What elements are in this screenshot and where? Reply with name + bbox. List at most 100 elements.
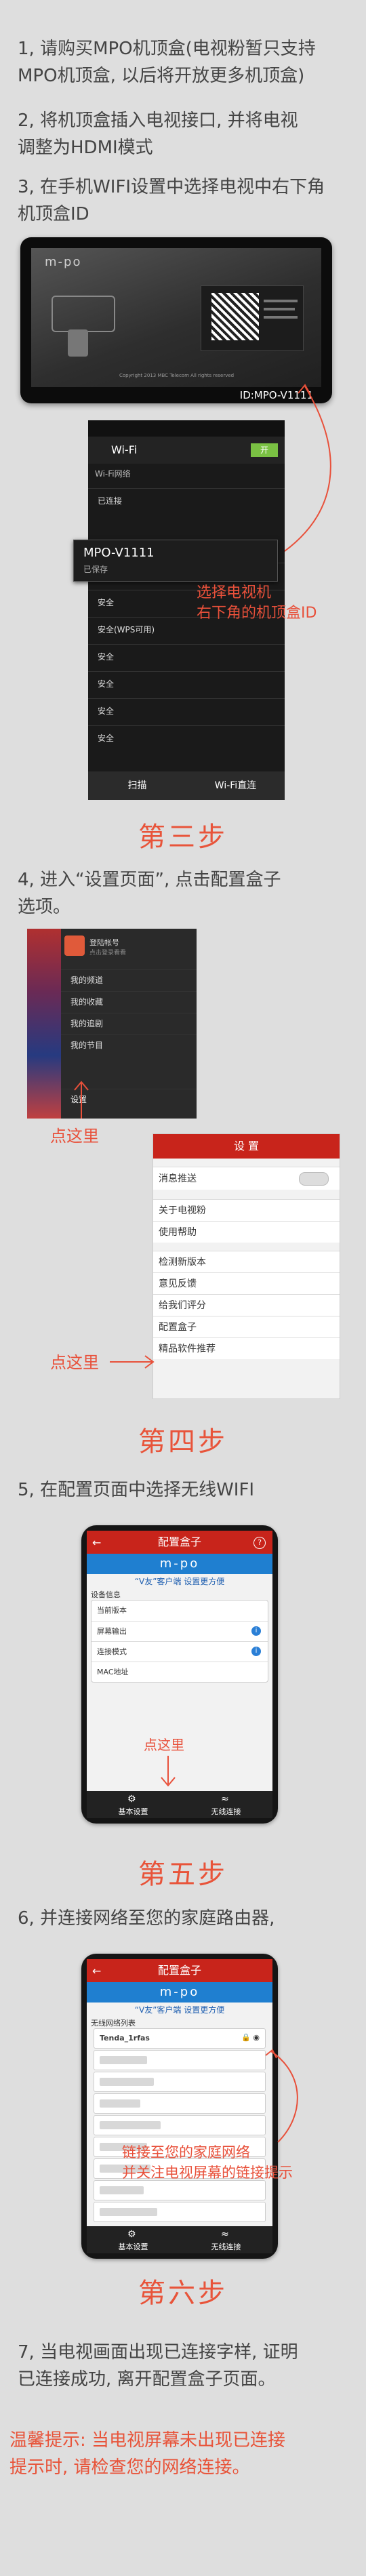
wifi-title: Wi-Fi: [111, 443, 138, 456]
info-row[interactable]: 屏幕输出: [92, 1621, 268, 1641]
step5-tabbar: 基本设置 无线连接 ⚙ ≈: [87, 1791, 272, 1818]
sidebar-item[interactable]: 我的频道: [61, 969, 197, 990]
step5-brand: m-po: [87, 1554, 272, 1574]
wifi-annotation: 选择电视机 右下角的机顶盒ID: [197, 583, 317, 624]
sidebar-item[interactable]: 我的收藏: [61, 991, 197, 1011]
help-icon[interactable]: ?: [253, 1537, 266, 1549]
device-info-list: 当前版本 屏幕输出 i 连接模式 i MAC地址: [91, 1600, 268, 1683]
push-toggle[interactable]: [299, 1172, 329, 1186]
tv-box-icon: [52, 296, 115, 332]
settings-item-config-box[interactable]: 配置盒子: [153, 1316, 340, 1337]
qr-panel: [201, 285, 304, 351]
tv-screen: m-po Copyright 2013 MBC Telecom All righ…: [31, 248, 321, 387]
tip-line2: 提示时, 请检查您的网络连接。: [9, 2457, 250, 2478]
network-row[interactable]: [94, 2072, 266, 2092]
wifi-toggle[interactable]: 开: [251, 443, 278, 457]
wifi-row[interactable]: 安全: [88, 671, 285, 696]
network-row[interactable]: [94, 2180, 266, 2200]
annotation-line2: 右下角的机顶盒ID: [197, 605, 317, 622]
step5-title-big: 第五步: [138, 1859, 228, 1890]
annotation-line1: 选择电视机: [197, 584, 272, 601]
sidebar-item[interactable]: 我的节目: [61, 1034, 197, 1055]
tip-text: 温馨提示: 当电视屏幕未出现已连接 提示时, 请检查您的网络连接。: [9, 2427, 285, 2481]
annotation-line2: 并关注电视屏幕的链接提示: [122, 2165, 293, 2181]
back-icon[interactable]: ←: [92, 1965, 101, 1977]
network-row[interactable]: [94, 2050, 266, 2070]
info-row[interactable]: 连接模式: [92, 1641, 268, 1662]
wifi-row[interactable]: 已连接: [88, 488, 285, 512]
step7-text: 7, 当电视画面出现已连接字样, 证明 已连接成功, 离开配置盒子页面。: [18, 2339, 298, 2393]
qr-code-icon: [211, 293, 259, 340]
step4-text: 4, 进入“设置页面”, 点击配置盒子 选项。: [18, 866, 281, 921]
step6-section: 无线网络列表: [91, 2019, 136, 2028]
settings-item[interactable]: 使用帮助: [153, 1221, 340, 1243]
tv-copyright: Copyright 2013 MBC Telecom All rights re…: [119, 373, 235, 378]
sidebar-screen: 登陆帐号 点击登录看看 我的频道 我的收藏 我的追剧 我的节目 设置: [27, 929, 197, 1119]
network-row[interactable]: [94, 2202, 266, 2222]
settings-item[interactable]: 意见反馈: [153, 1272, 340, 1294]
step1-text: 1, 请购买MPO机顶盒(电视粉暂只支持 MPO机顶盒, 以后将开放更多机顶盒): [18, 35, 316, 89]
click-here-1: 点这里: [50, 1127, 99, 1146]
step6-annotation: 链接至您的家庭网络 并关注电视屏幕的链接提示: [122, 2142, 293, 2183]
info-icon[interactable]: i: [251, 1626, 261, 1636]
account-sub: 点击登录看看: [89, 950, 127, 957]
info-row: 当前版本: [97, 1606, 127, 1615]
back-icon[interactable]: ←: [92, 1536, 101, 1549]
step6-banner[interactable]: “V友”客户端 设置更方便: [87, 2004, 272, 2015]
arrow-right-icon: [110, 1355, 155, 1369]
gear-icon: ⚙: [127, 2229, 136, 2240]
step2-line2: 调整为HDMI模式: [18, 138, 153, 158]
step7-line1: 7, 当电视画面出现已连接字样, 证明: [18, 2342, 298, 2362]
step3-line2: 机顶盒ID: [18, 204, 89, 224]
step2-text: 2, 将机顶盒插入电视接口, 并将电视 调整为HDMI模式: [18, 107, 298, 161]
step1-line1: 1, 请购买MPO机顶盒(电视粉暂只支持: [18, 39, 316, 59]
click-here-2: 点这里: [50, 1353, 99, 1372]
network-name: Tenda_1rfas: [100, 2034, 150, 2042]
step6-text: 6, 并连接网络至您的家庭路由器,: [18, 1908, 275, 1929]
account-label[interactable]: 登陆帐号: [89, 937, 119, 948]
popup-sub: 已保存: [83, 565, 108, 574]
step6-brand: m-po: [87, 1982, 272, 2003]
settings-title: 设 置: [233, 1140, 260, 1152]
step3-text: 3, 在手机WIFI设置中选择电视中右下角 机顶盒ID: [18, 174, 325, 228]
step5-titlebar: 配置盒子: [87, 1531, 272, 1554]
settings-titlebar: 设 置: [153, 1134, 340, 1159]
step5-banner[interactable]: “V友”客户端 设置更方便: [87, 1575, 272, 1587]
step5-title: 配置盒子: [157, 1535, 201, 1548]
wifi-row[interactable]: 安全: [88, 698, 285, 723]
settings-item[interactable]: 精品软件推荐: [153, 1337, 340, 1359]
step6-title: 配置盒子: [157, 1964, 201, 1977]
wifi-row[interactable]: 安全: [88, 725, 285, 750]
phone-icon: [68, 329, 88, 357]
network-row[interactable]: [94, 2115, 266, 2135]
click-here-3: 点这里: [144, 1737, 184, 1753]
scan-button[interactable]: 扫描: [88, 771, 186, 800]
settings-item[interactable]: 检测新版本: [153, 1251, 340, 1272]
network-row[interactable]: [94, 2093, 266, 2114]
step3-title: 第三步: [138, 822, 228, 853]
settings-item[interactable]: 关于电视粉: [153, 1199, 340, 1221]
settings-item[interactable]: 给我们评分: [153, 1294, 340, 1316]
wifi-row[interactable]: 安全: [88, 644, 285, 668]
info-icon[interactable]: i: [251, 1647, 261, 1656]
step1-line2: MPO机顶盒, 以后将开放更多机顶盒): [18, 66, 305, 86]
wifi-section: Wi-Fi网络: [95, 469, 131, 479]
wifi-bottom-bar: 扫描 Wi-Fi直连: [88, 771, 285, 800]
sidebar-item[interactable]: 我的追剧: [61, 1013, 197, 1033]
step3-line1: 3, 在手机WIFI设置中选择电视中右下角: [18, 177, 325, 197]
gear-icon: ⚙: [127, 1794, 136, 1805]
wifi-popup[interactable]: MPO-V1111 已保存: [73, 540, 278, 582]
arrow-up-icon: [74, 1081, 89, 1119]
avatar[interactable]: [64, 935, 85, 956]
step4-title: 第四步: [138, 1426, 228, 1457]
network-row[interactable]: Tenda_1rfas 🔒 ◉: [94, 2028, 266, 2049]
step7-line2: 已连接成功, 离开配置盒子页面。: [18, 2369, 276, 2390]
wifi-icon: ≈: [221, 1794, 229, 1805]
wifi-direct-button[interactable]: Wi-Fi直连: [186, 771, 285, 800]
annotation-line1: 链接至您的家庭网络: [122, 2144, 250, 2160]
info-row: MAC地址: [92, 1662, 268, 1682]
step6-titlebar: 配置盒子: [87, 1959, 272, 1982]
lock-icon: 🔒 ◉: [241, 2033, 260, 2042]
settings-screen: 设 置 消息推送 关于电视粉 使用帮助 检测新版本 意见反馈 给我们评分 配置盒…: [152, 1133, 340, 1399]
step5-phone: 配置盒子 ← ? m-po “V友”客户端 设置更方便 设备信息 当前版本 屏幕…: [81, 1525, 278, 1824]
